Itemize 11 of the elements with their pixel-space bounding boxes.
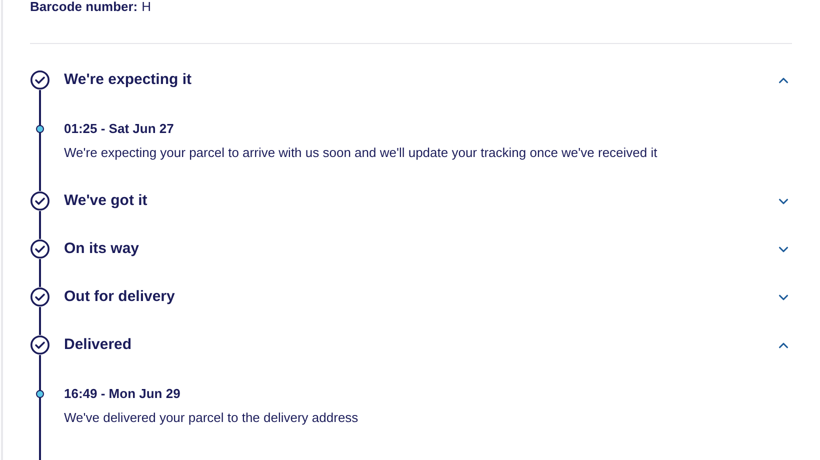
event-time: 16:49 - Mon Jun 29	[64, 385, 182, 403]
step-title: On its way	[64, 238, 140, 259]
barcode-label: Barcode number:	[30, 0, 138, 14]
barcode-value: H	[142, 0, 152, 14]
step-title: Out for delivery	[64, 286, 175, 307]
step-title: We're expecting it	[64, 70, 192, 90]
event-time: 01:25 - Sat Jun 27	[64, 120, 175, 138]
event-description: We've delivered your parcel to the delivery address	[64, 409, 358, 427]
event-description: We're expecting your parcel to arrive with us soon and we'll update your tracking once we've received it	[64, 144, 658, 162]
step-title: Delivered	[64, 334, 132, 355]
step-title: We've got it	[64, 190, 148, 211]
